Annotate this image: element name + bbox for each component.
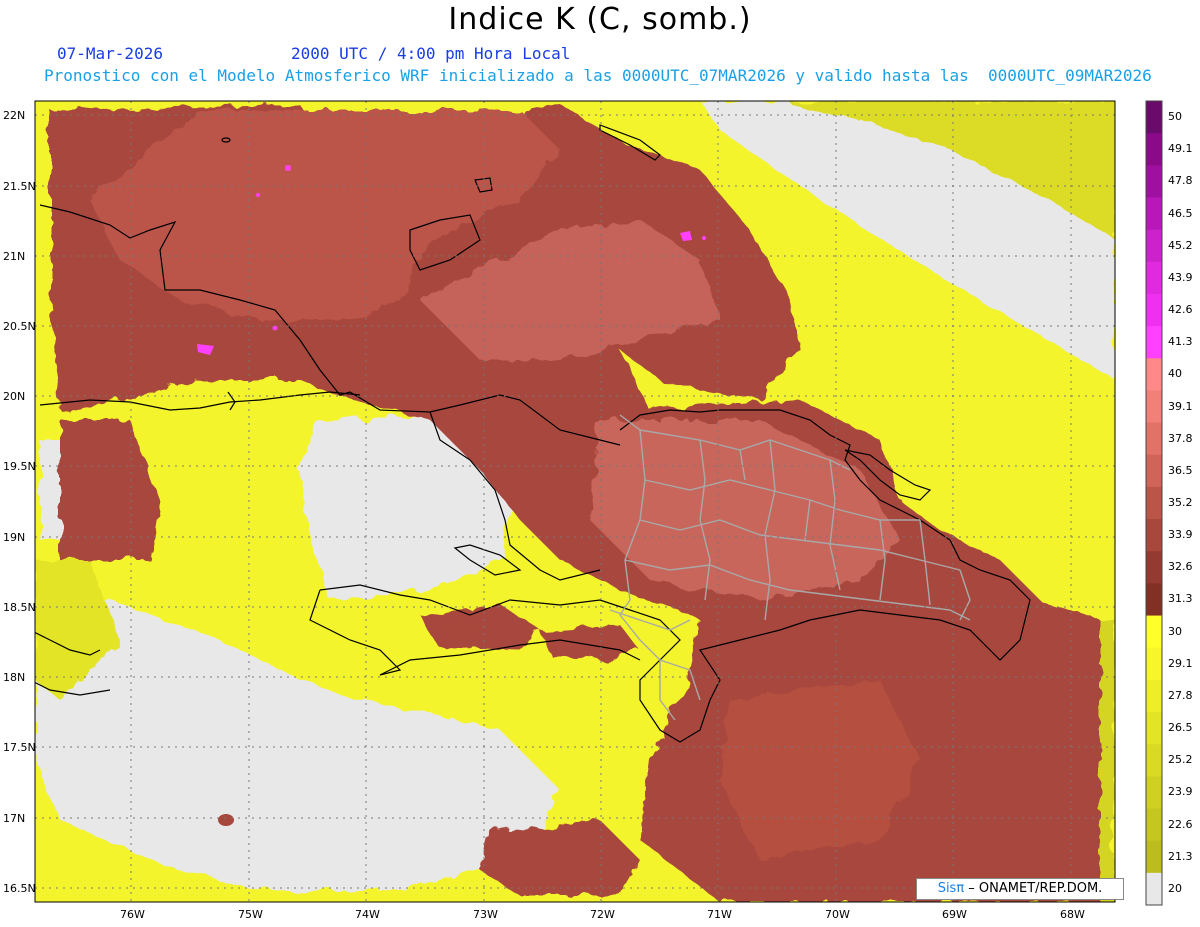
- colorbar-swatch: [1146, 647, 1162, 681]
- lat-label: 16.5N: [3, 882, 36, 895]
- colorbar-swatch: [1146, 165, 1162, 198]
- colorbar-swatch: [1146, 776, 1162, 810]
- colorbar-tick-label: 30: [1168, 624, 1182, 638]
- colorbar-tick-label: 26.5: [1168, 721, 1193, 735]
- lon-label: 76W: [120, 908, 145, 921]
- colorbar-tick-label: 25.2: [1168, 753, 1193, 767]
- lat-label: 20N: [3, 390, 25, 403]
- lon-label: 73W: [473, 908, 498, 921]
- lat-label: 17N: [3, 812, 25, 825]
- colorbar-tick-label: 41.3: [1168, 335, 1193, 349]
- colorbar-swatch: [1146, 712, 1162, 745]
- colorbar-tick-label: 36.5: [1168, 463, 1193, 477]
- colorbar-swatch: [1146, 744, 1162, 777]
- lat-label: 19N: [3, 531, 25, 544]
- longitude-labels: 76W 75W 74W 73W 72W 71W 70W 69W 68W: [120, 908, 1085, 921]
- colorbar-tick-label: 40: [1168, 367, 1182, 381]
- colorbar-swatch: [1146, 358, 1162, 391]
- credit-text: – ONAMET/REP.DOM.: [964, 881, 1103, 896]
- colorbar-tick-label: 37.8: [1168, 431, 1193, 445]
- colorbar-tick-label: 39.1: [1168, 399, 1193, 413]
- colorbar-tick-label: 31.3: [1168, 592, 1193, 606]
- colorbar-swatch: [1146, 326, 1162, 359]
- lon-label: 72W: [590, 908, 615, 921]
- map-canvas: 22N 21.5N 21N 20.5N 20N 19.5N 19N 18.5N …: [3, 100, 1163, 921]
- lat-label: 18.5N: [3, 601, 36, 614]
- colorbar-swatch: [1146, 293, 1162, 327]
- colorbar-tick-label: 46.5: [1168, 206, 1193, 220]
- colorbar-swatch: [1146, 133, 1162, 166]
- colorbar-swatch: [1146, 422, 1162, 456]
- colorbar-tick-label: 50: [1168, 110, 1182, 124]
- colorbar-tick-label: 42.6: [1168, 303, 1193, 317]
- colorbar-swatch: [1146, 551, 1162, 584]
- colorbar-swatch: [1146, 486, 1162, 520]
- colorbar-tick-label: 21.3: [1168, 849, 1193, 863]
- colorbar-swatch: [1146, 519, 1162, 552]
- lat-label: 20.5N: [3, 320, 36, 333]
- lon-label: 70W: [825, 908, 850, 921]
- colorbar-tick-label: 49.1: [1168, 142, 1193, 156]
- colorbar-tick-label: 43.9: [1168, 270, 1193, 284]
- colorbar-swatch: [1146, 840, 1162, 874]
- colorbar-tick-label: 47.8: [1168, 174, 1193, 188]
- colorbar-swatch: [1146, 808, 1162, 842]
- colorbar-tick-label: 33.9: [1168, 528, 1193, 542]
- lat-label: 19.5N: [3, 460, 36, 473]
- lat-label: 22N: [3, 109, 25, 122]
- sispi-logo: Sisπ: [937, 881, 965, 896]
- lat-label: 18N: [3, 671, 25, 684]
- colorbar-swatch: [1146, 229, 1162, 263]
- colorbar-tick-label: 27.8: [1168, 688, 1193, 702]
- colorbar-tick-label: 32.6: [1168, 560, 1193, 574]
- colorbar-tick-label: 35.2: [1168, 496, 1193, 509]
- lat-label: 17.5N: [3, 741, 36, 754]
- lon-label: 68W: [1060, 908, 1085, 921]
- colorbar-swatch: [1146, 261, 1162, 295]
- lon-label: 69W: [942, 908, 967, 921]
- colorbar-tick-label: 29.1: [1168, 656, 1193, 670]
- lon-label: 71W: [707, 908, 732, 921]
- colorbar-swatch: [1146, 615, 1162, 649]
- lat-label: 21.5N: [3, 180, 36, 193]
- latitude-labels: 22N 21.5N 21N 20.5N 20N 19.5N 19N 18.5N …: [3, 109, 36, 895]
- colorbar-swatch: [1146, 197, 1162, 231]
- lat-label: 21N: [3, 250, 25, 263]
- colorbar-tick-label: 45.2: [1168, 238, 1193, 252]
- lon-label: 75W: [238, 908, 263, 921]
- colorbar-tick-label: 23.9: [1168, 785, 1193, 799]
- lon-label: 74W: [355, 908, 380, 921]
- colorbar-swatch: [1146, 679, 1162, 713]
- colorbar-tick-label: 22.6: [1168, 817, 1193, 831]
- colorbar-tick-label: 20: [1168, 881, 1182, 895]
- colorbar-swatch: [1146, 454, 1162, 488]
- colorbar-swatch: [1146, 101, 1162, 134]
- colorbar: [1145, 100, 1163, 906]
- colorbar-swatch: [1146, 583, 1162, 617]
- colorbar-swatch: [1146, 872, 1162, 906]
- credit-box: Sisπ – ONAMET/REP.DOM.: [916, 878, 1124, 900]
- colorbar-swatch: [1146, 390, 1162, 424]
